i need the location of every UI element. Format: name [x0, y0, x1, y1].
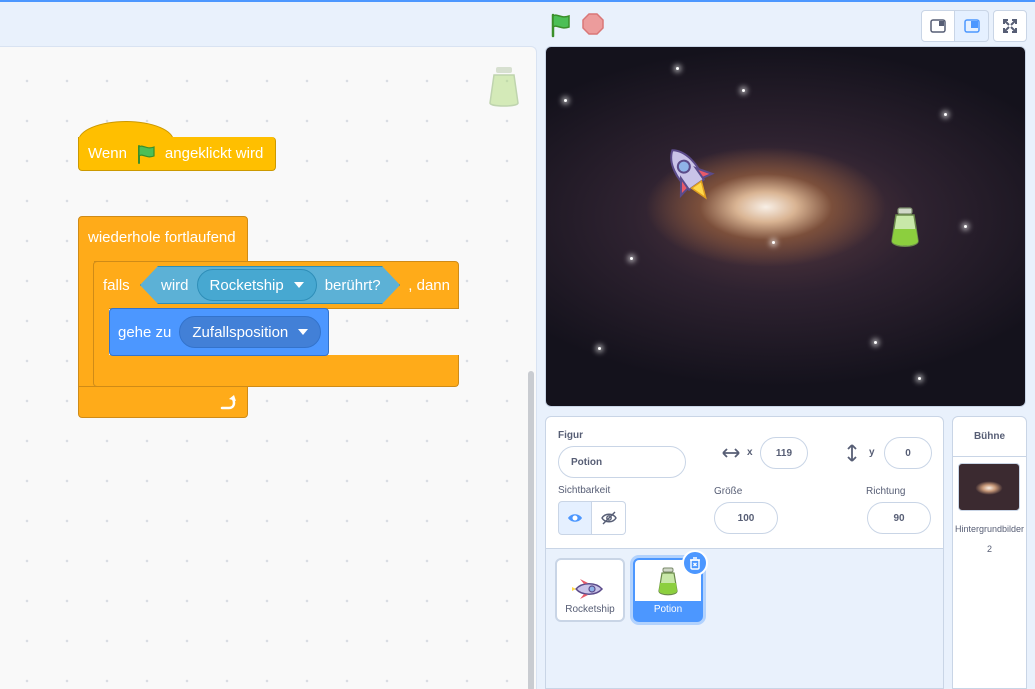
code-scrollbar[interactable]: [528, 371, 534, 689]
green-flag-icon: [137, 144, 155, 164]
hat-text-after: angeklickt wird: [164, 145, 264, 162]
size-label: Größe: [714, 486, 743, 497]
sprite-info-panel: Figur Potion x 119 y 0 Sichtbarkeit Größ…: [545, 416, 944, 689]
star: [964, 225, 967, 228]
potion-thumbnail-icon: [658, 567, 678, 596]
rocketship-thumbnail-icon: [572, 579, 603, 599]
backdrops-count: 2: [986, 544, 992, 554]
star: [630, 257, 633, 260]
stage[interactable]: [545, 46, 1026, 407]
direction-field[interactable]: 90: [867, 502, 931, 534]
backdrops-label: Hintergrundbilder: [954, 524, 1025, 534]
eye-slash-icon: [600, 511, 617, 525]
stage-size-controls: [921, 10, 1027, 42]
stage-target-panel[interactable]: Bühne Hintergrundbilder 2: [952, 416, 1027, 689]
stop-icon[interactable]: [582, 13, 604, 35]
x-label: x: [747, 447, 753, 458]
star: [874, 341, 877, 344]
chevron-down-icon: [298, 329, 309, 335]
y-label: y: [869, 447, 875, 458]
x-position-field[interactable]: 119: [760, 437, 808, 469]
star: [742, 89, 745, 92]
touching-target-value: Rocketship: [209, 276, 284, 294]
y-position-field[interactable]: 0: [884, 437, 932, 469]
sensing-suffix: berührt?: [324, 276, 381, 294]
fullscreen-icon: [1003, 19, 1017, 33]
sprite-tile-rocketship[interactable]: Rocketship: [555, 558, 625, 622]
stage-header: [0, 0, 1035, 46]
fullscreen-button[interactable]: [993, 10, 1027, 42]
visibility-label: Sichtbarkeit: [558, 485, 611, 496]
star: [564, 99, 567, 102]
sprite-list: Rocketship Potion: [546, 548, 943, 688]
if-prefix: falls: [103, 276, 130, 294]
rocketship-sprite[interactable]: [658, 141, 720, 207]
star: [598, 347, 601, 350]
hide-sprite-button[interactable]: [592, 501, 626, 535]
small-stage-icon: [930, 19, 946, 33]
stage-panel-title: Bühne: [953, 417, 1026, 457]
code-area[interactable]: Wenn angeklickt wird wiederhole fortlauf…: [0, 46, 537, 689]
star: [944, 113, 947, 116]
potion-sprite-ghost-icon: [489, 67, 519, 107]
direction-label: Richtung: [866, 486, 906, 497]
sprite-name-field[interactable]: Potion: [558, 446, 686, 478]
small-stage-button[interactable]: [921, 10, 955, 42]
show-sprite-button[interactable]: [558, 501, 592, 535]
sprite-tile-label: Rocketship: [565, 604, 615, 615]
forever-arm: [78, 261, 94, 387]
delete-sprite-button[interactable]: [682, 550, 708, 576]
green-flag-icon[interactable]: [548, 12, 574, 38]
touching-target-dropdown[interactable]: Rocketship: [197, 269, 317, 301]
star: [676, 67, 679, 70]
chevron-down-icon: [294, 282, 304, 288]
forever-block[interactable]: wiederhole fortlaufend: [78, 216, 248, 262]
go-to-target-value: Zufallsposition: [192, 323, 289, 341]
hat-text-before: Wenn: [88, 145, 127, 162]
hat-body: Wenn angeklickt wird: [78, 137, 276, 171]
sprite-label: Figur: [558, 430, 583, 441]
go-to-target-dropdown[interactable]: Zufallsposition: [179, 316, 322, 348]
star: [918, 377, 921, 380]
sprite-tile-label: Potion: [635, 601, 701, 620]
visibility-toggle: [558, 501, 626, 535]
when-flag-clicked-block[interactable]: Wenn angeklickt wird: [78, 121, 276, 171]
normal-stage-button[interactable]: [955, 10, 989, 42]
horizontal-arrows-icon: [722, 448, 740, 458]
star: [772, 241, 775, 244]
eye-icon: [568, 514, 582, 522]
size-field[interactable]: 100: [714, 502, 778, 534]
potion-sprite[interactable]: [890, 207, 920, 249]
if-suffix: , dann: [408, 276, 450, 294]
forever-block-bottom: [78, 386, 248, 418]
if-arm: [93, 308, 109, 356]
normal-stage-icon: [963, 19, 980, 33]
forever-label: wiederhole fortlaufend: [88, 228, 236, 246]
trash-icon: [690, 556, 700, 570]
vertical-arrows-icon: [847, 444, 857, 462]
stage-thumbnail[interactable]: [958, 463, 1020, 511]
motion-label: gehe zu: [118, 323, 172, 341]
sensing-label: wird: [161, 276, 189, 294]
touching-sprite-block[interactable]: wird Rocketship berührt?: [140, 266, 400, 304]
if-block-bottom: [93, 355, 459, 387]
loop-arrow-icon: [220, 395, 236, 410]
go-to-block[interactable]: gehe zu Zufallsposition: [109, 308, 329, 356]
